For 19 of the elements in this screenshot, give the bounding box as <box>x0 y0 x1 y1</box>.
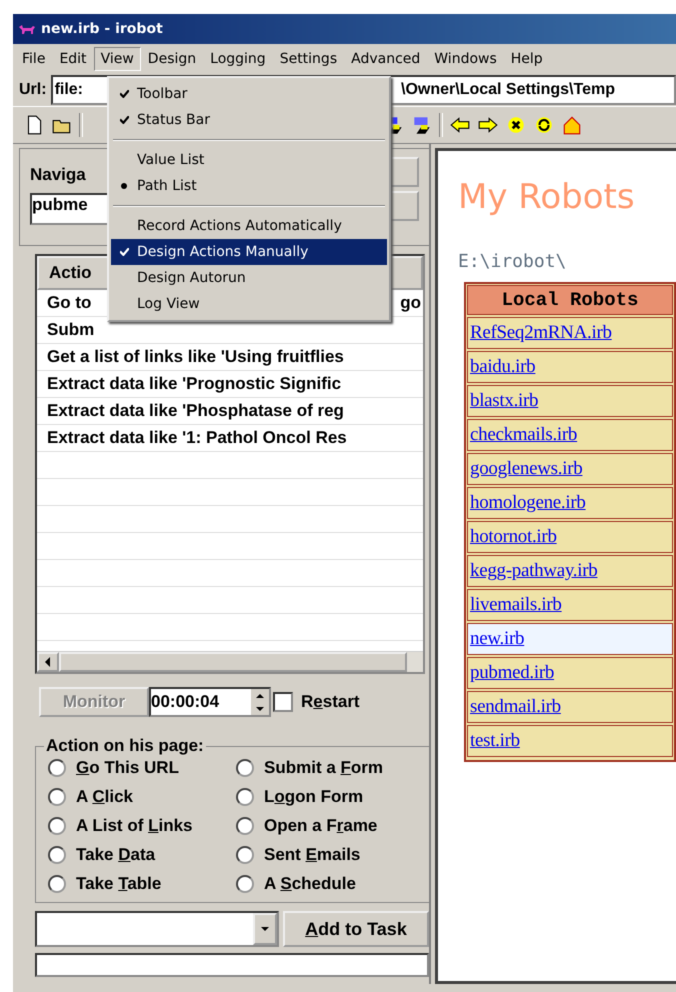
url-label: Url: <box>19 81 47 99</box>
restart-label: Restart <box>301 692 360 712</box>
table-header: Local Robots <box>467 285 673 315</box>
folder-path: E:\irobot\ <box>458 251 568 272</box>
radio-label: Take Table <box>76 874 162 894</box>
radio-label: A Click <box>76 787 134 807</box>
page-heading: My Robots <box>458 177 636 217</box>
radio-label: Open a Frame <box>264 816 378 836</box>
radio-label: Go This URL <box>76 758 179 778</box>
radio-label: Submit a Form <box>264 758 384 778</box>
action-row-text: go <box>400 293 421 313</box>
radio-label: Logon Form <box>264 787 364 807</box>
radio-label: Take Data <box>76 845 156 865</box>
radio-label: A Schedule <box>264 874 356 894</box>
group-title: Action on his page: <box>45 736 205 756</box>
window-title: new.irb - irobot <box>41 21 163 37</box>
radio-label: Sent Emails <box>264 845 360 865</box>
radio-label: A List of Links <box>76 816 193 836</box>
navigation-label: Naviga <box>30 164 86 185</box>
